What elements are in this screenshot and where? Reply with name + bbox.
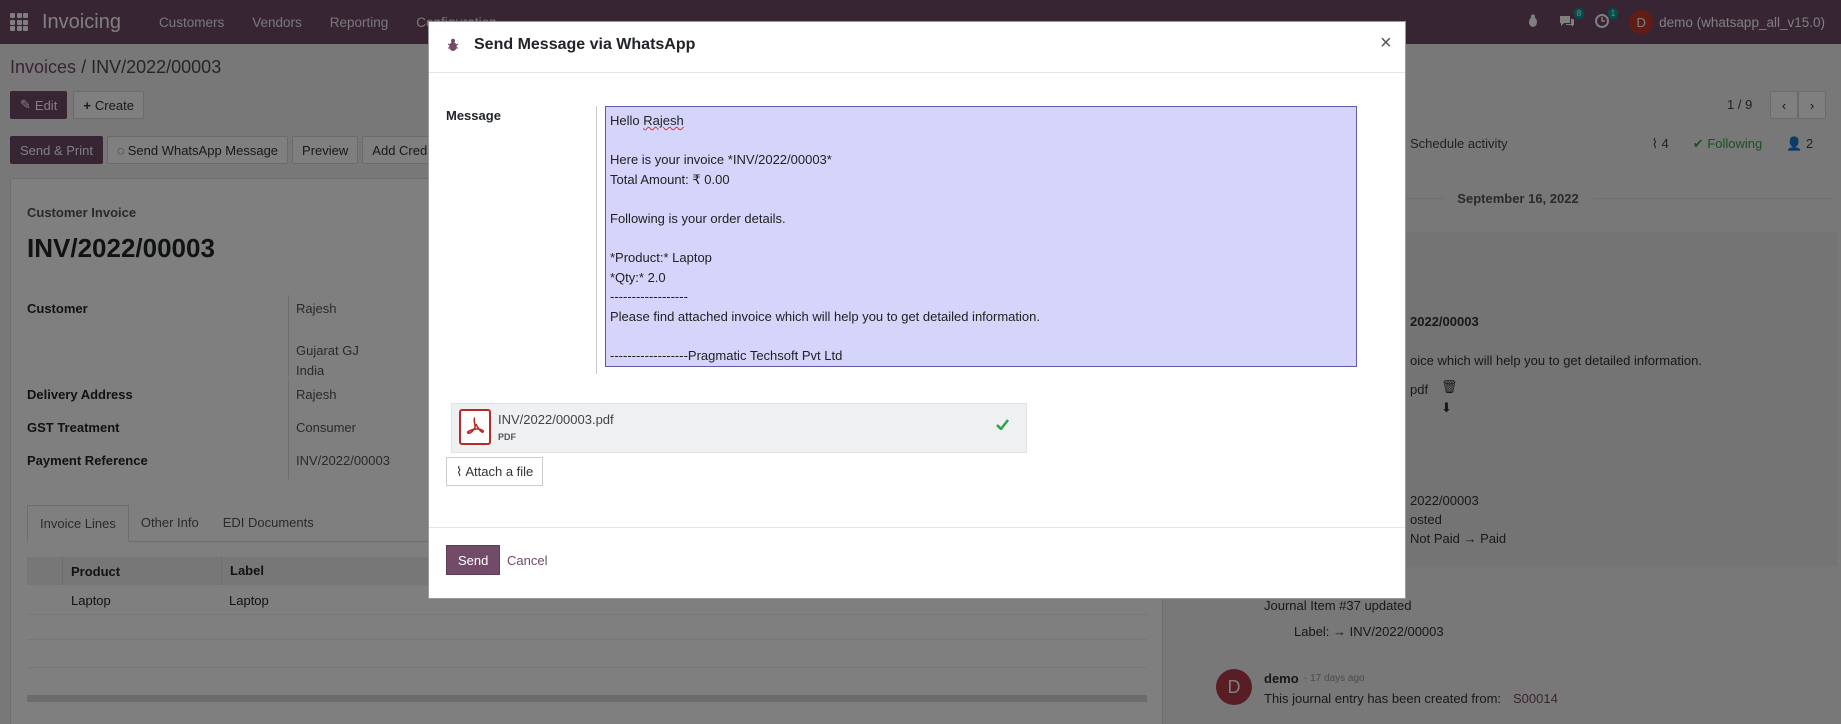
message-line: [610, 229, 1352, 249]
whatsapp-dialog: Send Message via WhatsApp × Message Hell…: [428, 21, 1406, 599]
paperclip-icon: ⌇: [456, 463, 463, 479]
message-line-word: Rajesh: [643, 113, 684, 128]
message-line: Here is your invoice *INV/2022/00003*: [610, 152, 832, 168]
attachment-name[interactable]: INV/2022/00003.pdf: [498, 412, 614, 427]
dialog-footer-divider: [429, 527, 1405, 528]
field-divider: [596, 106, 597, 374]
message-line: Total Amount: ₹ 0.00: [610, 171, 730, 187]
message-line: Hello Rajesh: [610, 113, 684, 128]
message-line: ------------------Pragmatic Techsoft Pvt…: [610, 348, 843, 364]
message-line: ------------------: [610, 289, 688, 305]
bug-icon: [447, 38, 459, 51]
message-line: [610, 131, 1352, 151]
cancel-button[interactable]: Cancel: [507, 553, 547, 568]
dialog-header: Send Message via WhatsApp ×: [429, 22, 1405, 73]
send-button[interactable]: Send: [446, 545, 501, 575]
message-line: Following is your order details.: [610, 210, 786, 226]
message-label: Message: [446, 108, 501, 123]
message-line: [610, 189, 1352, 209]
message-textarea[interactable]: Hello Rajesh Here is your invoice *INV/2…: [605, 106, 1357, 367]
pdf-file-icon: [459, 409, 491, 445]
message-line: Please find attached invoice which will …: [610, 308, 1040, 324]
dialog-title: Send Message via WhatsApp: [474, 36, 696, 53]
attachment-card[interactable]: INV/2022/00003.pdf PDF: [451, 403, 1027, 453]
message-line: *Product:* Laptop: [610, 250, 712, 266]
attach-file-label: Attach a file: [465, 464, 534, 479]
attachment-type: PDF: [498, 432, 516, 442]
message-line: *Qty:* 2.0: [610, 269, 666, 285]
attach-file-button[interactable]: ⌇ Attach a file: [446, 457, 544, 486]
check-icon: [996, 419, 1009, 430]
message-line: [610, 327, 1352, 347]
close-button[interactable]: ×: [1380, 32, 1392, 55]
